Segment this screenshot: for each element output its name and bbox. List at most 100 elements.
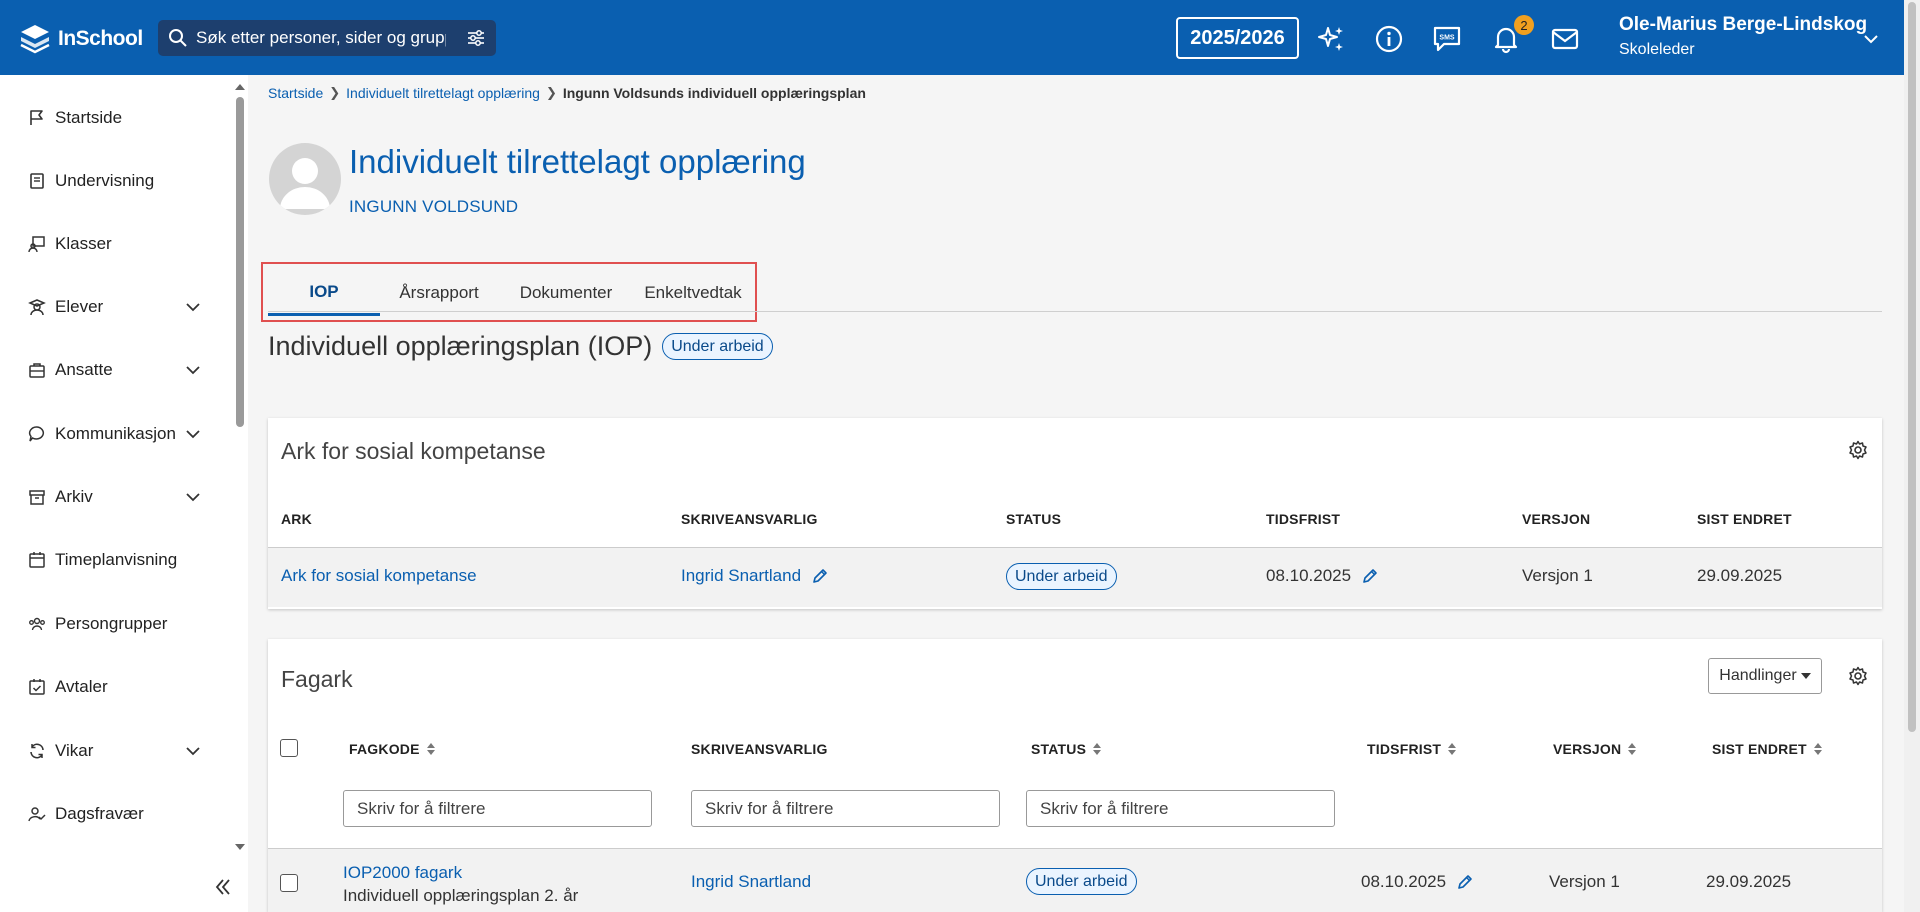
row-ark-cell: Ark for sosial kompetanse	[281, 566, 477, 586]
sms-icon[interactable]: SMS	[1432, 24, 1462, 54]
chevron-right-icon: ❯	[545, 85, 557, 100]
chevron-down-icon[interactable]	[184, 488, 202, 506]
sidebar-item-vikar[interactable]: Vikar	[0, 731, 210, 771]
tab-arsrapport[interactable]: Årsrapport	[380, 270, 498, 316]
gear-icon[interactable]	[1848, 666, 1868, 686]
sidebar-item-persongrupper[interactable]: Persongrupper	[0, 604, 210, 644]
sidebar-item-elever[interactable]: Elever	[0, 287, 210, 327]
sidebar-item-label: Vikar	[55, 741, 94, 760]
tab-dokumenter[interactable]: Dokumenter	[498, 270, 634, 316]
collapse-sidebar-icon[interactable]	[212, 876, 234, 898]
card-title: Ark for sosial kompetanse	[281, 438, 546, 464]
writer-link[interactable]: Ingrid Snartland	[691, 872, 811, 892]
scroll-up-icon[interactable]	[234, 81, 246, 91]
sidebar-scroll-thumb[interactable]	[236, 97, 244, 427]
filter-settings-icon[interactable]	[466, 28, 486, 48]
chevron-down-icon[interactable]	[184, 298, 202, 316]
last-changed-value: 29.09.2025	[1706, 872, 1792, 891]
column-header-last-changed[interactable]: SIST ENDRET	[1712, 741, 1823, 757]
column-header-deadline[interactable]: TIDSFRIST	[1367, 741, 1457, 757]
pencil-icon[interactable]	[811, 567, 829, 585]
page-scroll-thumb[interactable]	[1908, 2, 1916, 732]
subject-code-link[interactable]: IOP2000 fagark	[343, 863, 578, 883]
flag-icon	[30, 110, 43, 125]
breadcrumb-parent-link[interactable]: Individuelt tilrettelagt opplæring	[346, 85, 540, 101]
table-row: Ark for sosial kompetanse Ingrid Snartla…	[268, 547, 1882, 607]
breadcrumb-home-link[interactable]: Startside	[268, 85, 323, 101]
chevron-down-icon[interactable]	[184, 425, 202, 443]
last-changed-value: 29.09.2025	[1697, 566, 1783, 585]
social-competence-card: Ark for sosial kompetanse ARK SKRIVEANSV…	[268, 418, 1882, 609]
deadline-value: 08.10.2025	[1266, 566, 1352, 585]
filter-code-input[interactable]	[343, 790, 652, 827]
pencil-icon[interactable]	[1361, 567, 1379, 585]
global-search[interactable]	[158, 20, 496, 56]
page-scrollbar[interactable]	[1904, 0, 1920, 912]
sidebar-item-arkiv[interactable]: Arkiv	[0, 477, 210, 517]
sidebar-item-label: Arkiv	[55, 487, 93, 506]
breadcrumb: Startside ❯ Individuelt tilrettelagt opp…	[268, 85, 866, 101]
sort-icon[interactable]	[426, 742, 436, 756]
archive-icon	[29, 490, 45, 505]
tab-iop[interactable]: IOP	[268, 270, 380, 316]
sidebar-item-ansatte[interactable]: Ansatte	[0, 350, 210, 390]
user-role: Skoleleder	[1619, 41, 1695, 58]
school-year-button[interactable]: 2025/2026	[1176, 17, 1299, 59]
tab-divider	[268, 311, 1882, 312]
search-input[interactable]	[196, 28, 446, 48]
status-badge: Under arbeid	[662, 333, 773, 360]
top-bar: InSchool 2025/2026 SMS 2	[0, 0, 1904, 75]
user-menu[interactable]: Ole-Marius Berge-Lindskog Skoleleder	[1619, 14, 1867, 59]
sidebar-item-dagsfravaer[interactable]: Dagsfravær	[0, 794, 210, 834]
column-header-status: STATUS	[1006, 511, 1062, 527]
sidebar-item-startside[interactable]: Startside	[0, 98, 210, 138]
student-avatar	[269, 143, 341, 215]
chevron-down-icon[interactable]	[184, 742, 202, 760]
chevron-down-icon[interactable]	[1862, 30, 1880, 48]
sidebar-item-label: Klasser	[55, 234, 112, 253]
chevron-right-icon: ❯	[329, 85, 341, 100]
sort-icon[interactable]	[1092, 742, 1102, 756]
sidebar-item-klasser[interactable]: Klasser	[0, 224, 210, 264]
sort-icon[interactable]	[1813, 742, 1823, 756]
gear-icon[interactable]	[1848, 440, 1868, 460]
actions-dropdown[interactable]: Handlinger	[1708, 658, 1822, 694]
row-deadline-cell: 08.10.2025	[1266, 566, 1379, 586]
sidebar-item-undervisning[interactable]: Undervisning	[0, 161, 210, 201]
column-header-version[interactable]: VERSJON	[1553, 741, 1637, 757]
notification-count-badge: 2	[1514, 15, 1534, 35]
select-all-checkbox[interactable]	[280, 739, 298, 757]
row-writer-cell: Ingrid Snartland	[681, 566, 829, 586]
mail-icon[interactable]	[1550, 24, 1580, 54]
row-status-cell: Under arbeid	[1026, 868, 1137, 895]
sort-icon[interactable]	[1627, 742, 1637, 756]
header-label: STATUS	[1031, 741, 1087, 757]
filter-status-input[interactable]	[1026, 790, 1335, 827]
column-header-status[interactable]: STATUS	[1031, 741, 1102, 757]
pencil-icon[interactable]	[1456, 873, 1474, 891]
row-checkbox[interactable]	[280, 874, 298, 892]
sidebar-item-label: Timeplanvisning	[55, 550, 178, 569]
app-logo[interactable]: InSchool	[18, 22, 143, 56]
student-icon	[28, 299, 46, 316]
column-header-last-changed: SIST ENDRET	[1697, 511, 1792, 527]
writer-link[interactable]: Ingrid Snartland	[681, 566, 801, 586]
sidebar-item-timeplanvisning[interactable]: Timeplanvisning	[0, 540, 210, 580]
column-header-code[interactable]: FAGKODE	[349, 741, 436, 757]
scroll-down-icon[interactable]	[234, 843, 246, 853]
search-icon	[169, 29, 187, 47]
sidebar-item-label: Startside	[55, 108, 123, 127]
info-icon[interactable]	[1374, 24, 1404, 54]
sidebar-item-avtaler[interactable]: Avtaler	[0, 667, 210, 707]
filter-writer-input[interactable]	[691, 790, 1000, 827]
header-label: FAGKODE	[349, 741, 420, 757]
ark-link[interactable]: Ark for sosial kompetanse	[281, 566, 477, 586]
main-content: Startside ❯ Individuelt tilrettelagt opp…	[248, 75, 1904, 912]
row-deadline-cell: 08.10.2025	[1361, 872, 1474, 892]
sort-icon[interactable]	[1447, 742, 1457, 756]
sidebar-item-kommunikasjon[interactable]: Kommunikasjon	[0, 414, 210, 454]
ai-sparkle-icon[interactable]	[1316, 24, 1346, 54]
tab-enkeltvedtak[interactable]: Enkeltvedtak	[634, 270, 752, 316]
chevron-down-icon[interactable]	[184, 361, 202, 379]
sidebar-scrollbar[interactable]	[232, 75, 248, 912]
